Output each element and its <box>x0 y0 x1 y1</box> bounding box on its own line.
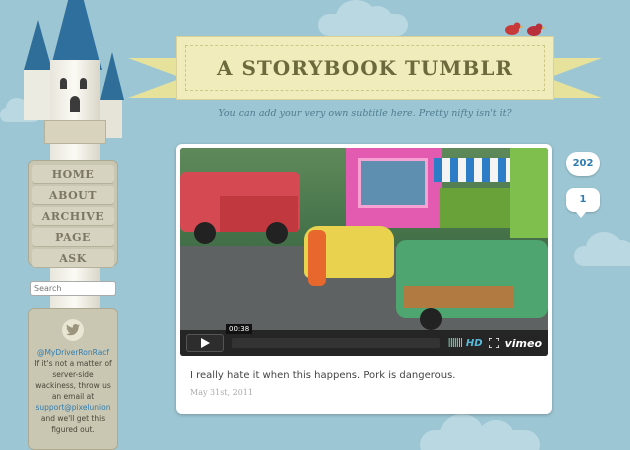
nav-archive[interactable]: ARCHIVE <box>32 207 114 226</box>
site-title[interactable]: A STORYBOOK TUMBLR <box>217 56 513 80</box>
tweet-text: figured out. <box>51 425 95 434</box>
video-frame <box>266 222 288 244</box>
post-card: 00:38 ||||||| HD vimeo I really hate it … <box>176 144 552 414</box>
tower-balcony <box>44 120 106 144</box>
tower-window <box>70 96 80 112</box>
video-frame <box>358 158 428 208</box>
video-frame <box>440 188 510 228</box>
nav-ask[interactable]: ASK <box>32 249 114 268</box>
nav-page[interactable]: PAGE <box>32 228 114 247</box>
hd-toggle[interactable]: HD <box>466 338 483 349</box>
cloud-decoration <box>318 0 408 36</box>
play-button[interactable] <box>186 334 224 352</box>
video-frame <box>420 308 442 330</box>
tweet-email-link[interactable]: support@pixelunion <box>33 402 113 413</box>
tweet-text: server-side <box>52 370 94 379</box>
video-frame <box>194 222 216 244</box>
tower-turret <box>24 70 52 120</box>
search-input[interactable] <box>30 281 116 296</box>
turret-roof <box>24 20 52 70</box>
nav-home[interactable]: HOME <box>32 165 114 184</box>
vimeo-logo[interactable]: vimeo <box>505 337 542 350</box>
ribbon-tail-left <box>128 58 182 98</box>
video-progress-bar[interactable]: 00:38 <box>226 324 440 348</box>
turret-roof <box>100 52 124 100</box>
twitter-bird-icon <box>62 319 84 341</box>
fullscreen-icon[interactable] <box>488 338 499 348</box>
tower-window <box>60 78 67 89</box>
comments-count-badge[interactable]: 1 <box>566 188 600 218</box>
cloud-decoration <box>574 232 630 266</box>
cloud-decoration <box>420 414 540 450</box>
tower-window <box>80 78 87 89</box>
video-player[interactable]: 00:38 ||||||| HD vimeo <box>180 148 548 356</box>
post-date-link[interactable]: May 31st, 2011 <box>190 388 253 397</box>
post-caption: I really hate it when this happens. Pork… <box>190 370 456 381</box>
video-frame <box>434 158 522 182</box>
tweet-text: wackiness, throw us <box>35 381 111 390</box>
video-time: 00:38 <box>226 324 253 334</box>
twitter-widget: @MyDriverRonRacf If it's not a matter of… <box>28 308 118 450</box>
tweet-text: If it's not a matter of <box>34 359 112 368</box>
video-frame <box>510 148 548 238</box>
play-icon <box>200 338 210 348</box>
ribbon-tail-right <box>548 58 602 98</box>
video-frame <box>404 286 514 308</box>
notes-count-badge[interactable]: 202 <box>566 152 600 176</box>
volume-icon[interactable]: ||||||| <box>448 338 463 348</box>
site-banner: A STORYBOOK TUMBLR <box>176 36 554 100</box>
sidebar-nav: HOME ABOUT ARCHIVE PAGE ASK <box>28 160 118 268</box>
nav-about[interactable]: ABOUT <box>32 186 114 205</box>
tweet-text: and we'll get this <box>40 414 106 423</box>
banner-inner: A STORYBOOK TUMBLR <box>185 45 545 91</box>
video-controls: 00:38 ||||||| HD vimeo <box>180 324 548 356</box>
site-subtitle: You can add your very own subtitle here.… <box>218 108 512 119</box>
red-birds-icon <box>505 22 546 36</box>
video-frame <box>308 230 326 286</box>
tweet-text: an email at <box>51 392 95 401</box>
twitter-handle-link[interactable]: @MyDriverRonRacf <box>33 347 113 358</box>
